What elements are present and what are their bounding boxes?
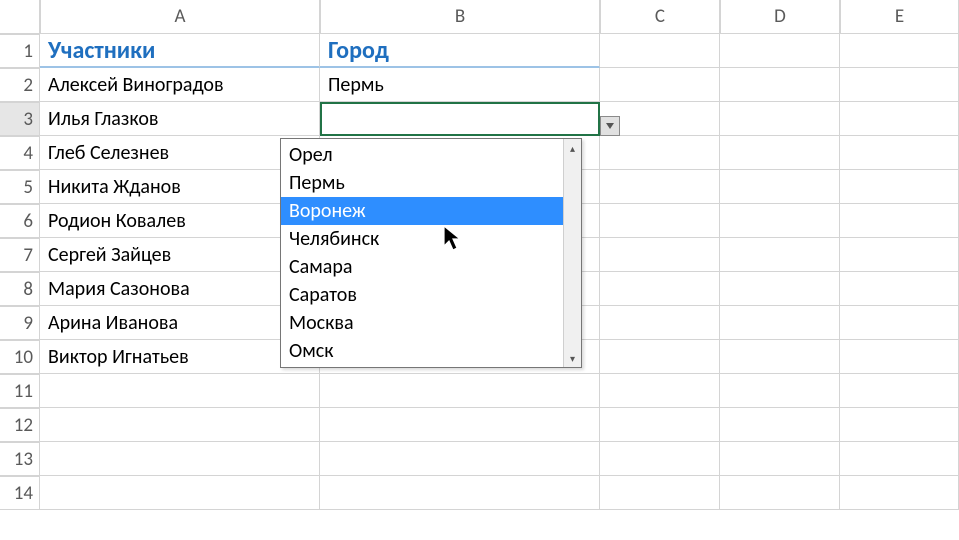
cell-C9[interactable] [600, 306, 720, 340]
cell-B14[interactable] [320, 476, 600, 510]
cell-D10[interactable] [720, 340, 840, 374]
row-header[interactable]: 2 [0, 68, 40, 102]
dropdown-scrollbar[interactable]: ▴ ▾ [563, 139, 581, 367]
scroll-down-icon[interactable]: ▾ [564, 349, 582, 367]
cell-D7[interactable] [720, 238, 840, 272]
dropdown-item[interactable]: Самара [281, 253, 563, 281]
cell-C4[interactable] [600, 136, 720, 170]
column-header-D[interactable]: D [720, 0, 840, 34]
cell-C2[interactable] [600, 68, 720, 102]
cell-A8[interactable]: Мария Сазонова [40, 272, 320, 306]
row-header[interactable]: 13 [0, 442, 40, 476]
cell-B2[interactable]: Пермь [320, 68, 600, 102]
cell-A2[interactable]: Алексей Виноградов [40, 68, 320, 102]
dropdown-list: ОрелПермьВоронежЧелябинскСамараСаратовМо… [281, 139, 563, 367]
cell-D3[interactable] [720, 102, 840, 136]
cell-C12[interactable] [600, 408, 720, 442]
cell-A7[interactable]: Сергей Зайцев [40, 238, 320, 272]
cell-C6[interactable] [600, 204, 720, 238]
row-header[interactable]: 5 [0, 170, 40, 204]
dropdown-item[interactable]: Саратов [281, 281, 563, 309]
cell-A10[interactable]: Виктор Игнатьев [40, 340, 320, 374]
cell-A14[interactable] [40, 476, 320, 510]
row-header[interactable]: 11 [0, 374, 40, 408]
dropdown-item[interactable]: Челябинск [281, 225, 563, 253]
cell-D12[interactable] [720, 408, 840, 442]
cell-B13[interactable] [320, 442, 600, 476]
cell-C14[interactable] [600, 476, 720, 510]
cell-D9[interactable] [720, 306, 840, 340]
scroll-up-icon[interactable]: ▴ [564, 139, 582, 157]
cell-A6[interactable]: Родион Ковалев [40, 204, 320, 238]
column-header-E[interactable]: E [840, 0, 959, 34]
chevron-down-icon [606, 123, 614, 129]
cell-A9[interactable]: Арина Иванова [40, 306, 320, 340]
row-header[interactable]: 8 [0, 272, 40, 306]
cell-A13[interactable] [40, 442, 320, 476]
cell-D4[interactable] [720, 136, 840, 170]
row-header[interactable]: 6 [0, 204, 40, 238]
row-header[interactable]: 10 [0, 340, 40, 374]
cell-E8[interactable] [840, 272, 959, 306]
cell-A12[interactable] [40, 408, 320, 442]
cell-C1[interactable] [600, 34, 720, 68]
cell-E7[interactable] [840, 238, 959, 272]
cell-E6[interactable] [840, 204, 959, 238]
cell-C13[interactable] [600, 442, 720, 476]
validation-dropdown: ОрелПермьВоронежЧелябинскСамараСаратовМо… [280, 138, 582, 368]
cell-D14[interactable] [720, 476, 840, 510]
cell-A5[interactable]: Никита Жданов [40, 170, 320, 204]
cell-C5[interactable] [600, 170, 720, 204]
cell-E11[interactable] [840, 374, 959, 408]
cell-B1[interactable]: Город [320, 34, 600, 68]
cell-D5[interactable] [720, 170, 840, 204]
dropdown-item[interactable]: Орел [281, 141, 563, 169]
cell-D2[interactable] [720, 68, 840, 102]
cell-E2[interactable] [840, 68, 959, 102]
column-header-A[interactable]: A [40, 0, 320, 34]
row-header[interactable]: 4 [0, 136, 40, 170]
cell-D11[interactable] [720, 374, 840, 408]
column-header-C[interactable]: C [600, 0, 720, 34]
cell-C10[interactable] [600, 340, 720, 374]
row-header[interactable]: 7 [0, 238, 40, 272]
cell-E13[interactable] [840, 442, 959, 476]
cell-D13[interactable] [720, 442, 840, 476]
cell-A3[interactable]: Илья Глазков [40, 102, 320, 136]
cell-E12[interactable] [840, 408, 959, 442]
cell-C7[interactable] [600, 238, 720, 272]
cell-B3[interactable] [320, 102, 600, 136]
row-header[interactable]: 12 [0, 408, 40, 442]
cell-A4[interactable]: Глеб Селезнев [40, 136, 320, 170]
row-header[interactable]: 1 [0, 34, 40, 68]
cell-E3[interactable] [840, 102, 959, 136]
cell-D8[interactable] [720, 272, 840, 306]
dropdown-item[interactable]: Воронеж [281, 197, 563, 225]
select-all-corner[interactable] [0, 0, 40, 34]
cell-E9[interactable] [840, 306, 959, 340]
dropdown-button[interactable] [600, 116, 620, 136]
dropdown-item[interactable]: Пермь [281, 169, 563, 197]
dropdown-item[interactable]: Москва [281, 309, 563, 337]
row-header[interactable]: 14 [0, 476, 40, 510]
cell-E14[interactable] [840, 476, 959, 510]
cell-A11[interactable] [40, 374, 320, 408]
cell-D6[interactable] [720, 204, 840, 238]
cell-B11[interactable] [320, 374, 600, 408]
row-header[interactable]: 9 [0, 306, 40, 340]
cell-E1[interactable] [840, 34, 959, 68]
cell-E10[interactable] [840, 340, 959, 374]
row-header[interactable]: 3 [0, 102, 40, 136]
cell-E5[interactable] [840, 170, 959, 204]
cell-B12[interactable] [320, 408, 600, 442]
cell-C11[interactable] [600, 374, 720, 408]
cell-A1[interactable]: Участники [40, 34, 320, 68]
column-header-B[interactable]: B [320, 0, 600, 34]
cell-C8[interactable] [600, 272, 720, 306]
cell-E4[interactable] [840, 136, 959, 170]
dropdown-item[interactable]: Омск [281, 337, 563, 365]
cell-D1[interactable] [720, 34, 840, 68]
